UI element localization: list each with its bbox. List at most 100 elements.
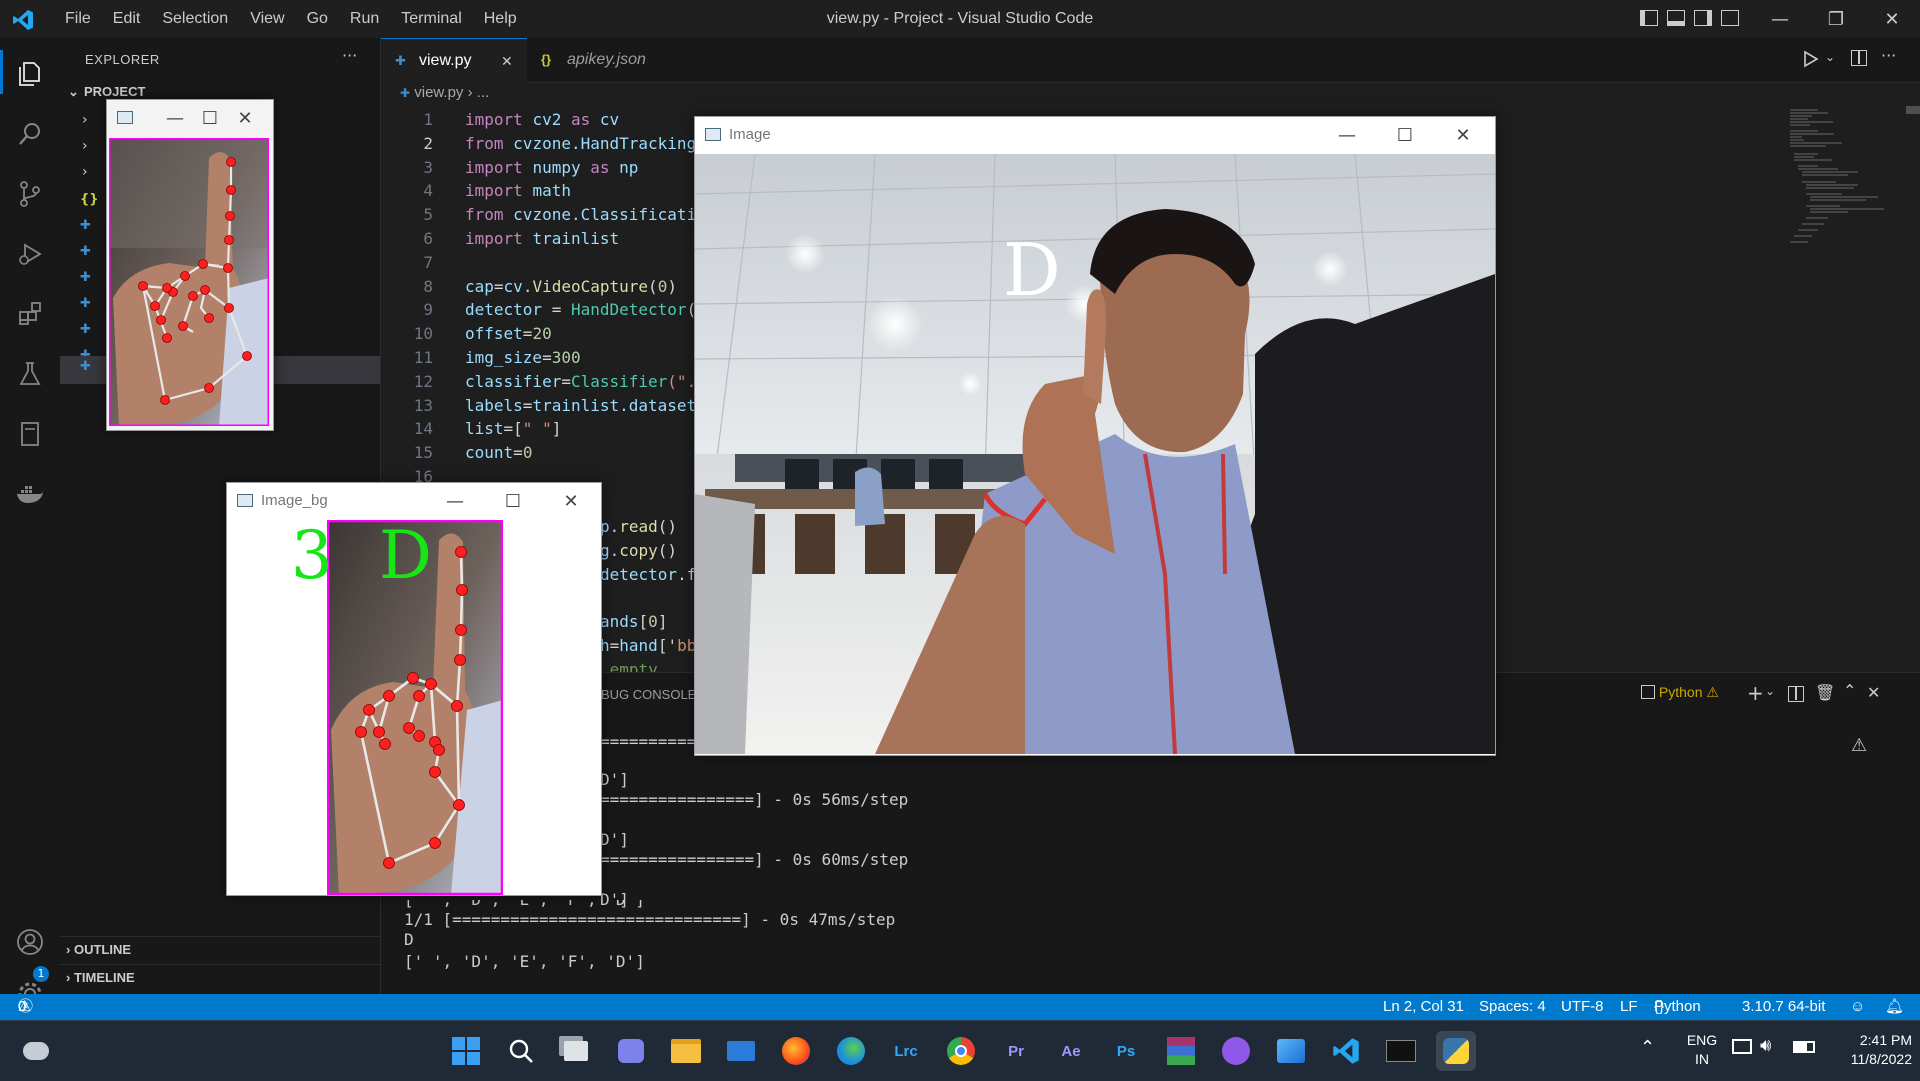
explorer-icon[interactable] [0, 44, 60, 104]
edge-icon[interactable] [831, 1031, 871, 1071]
close-button[interactable]: ✕ [543, 483, 599, 519]
github-desktop-icon[interactable] [1216, 1031, 1256, 1071]
cursor-position[interactable]: Ln 2, Col 31 [1383, 994, 1464, 1020]
hand-crop-window[interactable]: — ☐ ✕ [106, 99, 274, 431]
menu-selection[interactable]: Selection [151, 10, 239, 28]
minimap[interactable] [1788, 106, 1906, 256]
indentation[interactable]: Spaces: 4 [1479, 994, 1546, 1020]
code-line[interactable]: ands[0] [600, 610, 667, 634]
start-windows-icon[interactable] [446, 1031, 486, 1071]
battery-icon[interactable] [1793, 1041, 1815, 1053]
mail-icon[interactable] [721, 1031, 761, 1071]
code-line[interactable]: img_size=300 [465, 346, 581, 370]
menu-terminal[interactable]: Terminal [390, 10, 472, 28]
vscode-taskbar-icon[interactable] [1326, 1031, 1366, 1071]
menu-view[interactable]: View [239, 10, 295, 28]
encoding[interactable]: UTF-8 [1561, 994, 1604, 1020]
maximize-button[interactable]: ☐ [485, 483, 541, 519]
tab-view-py[interactable]: ✚ view.py ✕ [381, 38, 527, 83]
code-line[interactable]: count=0 [465, 441, 532, 465]
code-line[interactable]: h=hand['bb [600, 634, 696, 658]
lightroom-classic-icon[interactable]: Lrc [886, 1031, 926, 1071]
remote-explorer-icon[interactable] [0, 404, 60, 464]
toggle-secondary-sidebar-icon[interactable] [1694, 10, 1712, 26]
maximize-button[interactable]: ☐ [1377, 117, 1433, 153]
restore-button[interactable]: ❐ [1808, 0, 1864, 38]
source-control-icon[interactable] [0, 164, 60, 224]
code-line[interactable]: from cvzone.Classificati [465, 203, 696, 227]
code-line[interactable]: detector = HandDetector( [465, 298, 696, 322]
code-line[interactable]: detector.f [600, 563, 696, 587]
close-panel-icon[interactable]: ✕ [1867, 683, 1880, 702]
menu-go[interactable]: Go [296, 10, 339, 28]
window-titlebar[interactable]: Image_bg — ☐ ✕ [227, 483, 601, 519]
code-line[interactable]: from cvzone.HandTracking [465, 132, 696, 156]
minimize-button[interactable]: — [1752, 0, 1808, 38]
new-terminal-icon[interactable]: + [1747, 681, 1764, 705]
winrar-icon[interactable] [1161, 1031, 1201, 1071]
code-line[interactable]: list=[" "] [465, 417, 561, 441]
language-indicator[interactable]: ENG IN [1682, 1031, 1722, 1069]
extensions-icon[interactable] [0, 284, 60, 344]
tab-apikey-json[interactable]: {} apikey.json [527, 38, 679, 82]
photoshop-icon[interactable]: Ps [1106, 1031, 1146, 1071]
code-line[interactable]: classifier=Classifier(". [465, 370, 696, 394]
tab-close-icon[interactable]: ✕ [501, 39, 513, 83]
code-line[interactable]: import trainlist [465, 227, 619, 251]
docker-icon[interactable] [0, 464, 60, 524]
end-of-line[interactable]: LF [1620, 994, 1638, 1020]
search-icon[interactable] [501, 1031, 541, 1071]
python-icon[interactable] [1436, 1031, 1476, 1071]
explorer-more-actions[interactable]: ··· [342, 46, 357, 65]
project-folder-header[interactable]: ⌄ PROJECT [68, 84, 145, 100]
outline-section[interactable]: › OUTLINE [60, 936, 380, 963]
close-button[interactable]: ✕ [1435, 117, 1491, 153]
image-bg-window[interactable]: Image_bg — ☐ ✕ 3 D [226, 482, 602, 896]
after-effects-icon[interactable]: Ae [1051, 1031, 1091, 1071]
code-line[interactable]: g.copy() [600, 539, 677, 563]
photos-icon[interactable] [1271, 1031, 1311, 1071]
accounts-icon[interactable] [0, 912, 60, 972]
network-icon[interactable] [1732, 1039, 1752, 1054]
close-button[interactable]: ✕ [1864, 0, 1920, 38]
run-python-icon[interactable] [1803, 50, 1819, 72]
minimize-button[interactable]: — [427, 483, 483, 519]
split-editor-icon[interactable] [1851, 50, 1867, 66]
search-icon[interactable] [0, 104, 60, 164]
kill-terminal-icon[interactable]: 🗑 [1815, 683, 1835, 702]
toggle-sidebar-icon[interactable] [1640, 10, 1658, 26]
breadcrumb-file[interactable]: view.py [414, 84, 463, 101]
code-line[interactable]: import numpy as np [465, 156, 638, 180]
feedback-icon[interactable]: ☺ [1850, 994, 1865, 1020]
testing-icon[interactable] [0, 344, 60, 404]
menu-file[interactable]: File [54, 10, 102, 28]
notifications-bell-icon[interactable]: 🔔︎ [1885, 994, 1904, 1020]
show-hidden-icons[interactable]: ⌃ [1640, 1037, 1655, 1058]
python-interpreter[interactable]: 3.10.7 64-bit [1742, 994, 1825, 1020]
menu-edit[interactable]: Edit [102, 10, 152, 28]
code-line[interactable]: p.read() [600, 515, 677, 539]
panel-tab-debug-console[interactable]: BUG CONSOLE [601, 687, 696, 702]
chevron-down-icon[interactable]: ⌄ [1765, 684, 1775, 698]
code-line[interactable]: offset=20 [465, 322, 552, 346]
customize-layout-icon[interactable] [1721, 10, 1739, 26]
file-explorer-icon[interactable] [666, 1031, 706, 1071]
clock[interactable]: 2:41 PM 11/8/2022 [1822, 1031, 1912, 1069]
maximize-panel-icon[interactable]: ⌃ [1843, 681, 1856, 700]
code-line[interactable]: cap=cv.VideoCapture(0) [465, 275, 677, 299]
chevron-down-icon[interactable]: ⌄ [1825, 50, 1835, 64]
webcam-image-window[interactable]: Image — ☐ ✕ D [694, 116, 1496, 756]
teams-chat-icon[interactable] [611, 1031, 651, 1071]
close-button[interactable]: ✕ [217, 100, 273, 136]
weather-icon[interactable] [16, 1031, 56, 1071]
firefox-icon[interactable] [776, 1031, 816, 1071]
premiere-pro-icon[interactable]: Pr [996, 1031, 1036, 1071]
chrome-icon[interactable] [941, 1031, 981, 1071]
breadcrumb-rest[interactable]: ... [477, 84, 490, 101]
toggle-panel-icon[interactable] [1667, 10, 1685, 26]
more-actions-icon[interactable]: ··· [1881, 46, 1896, 65]
code-line[interactable]: import math [465, 179, 571, 203]
scrollbar[interactable] [1906, 106, 1920, 114]
run-debug-icon[interactable] [0, 224, 60, 284]
volume-icon[interactable]: 🔊︎ [1760, 1035, 1771, 1056]
